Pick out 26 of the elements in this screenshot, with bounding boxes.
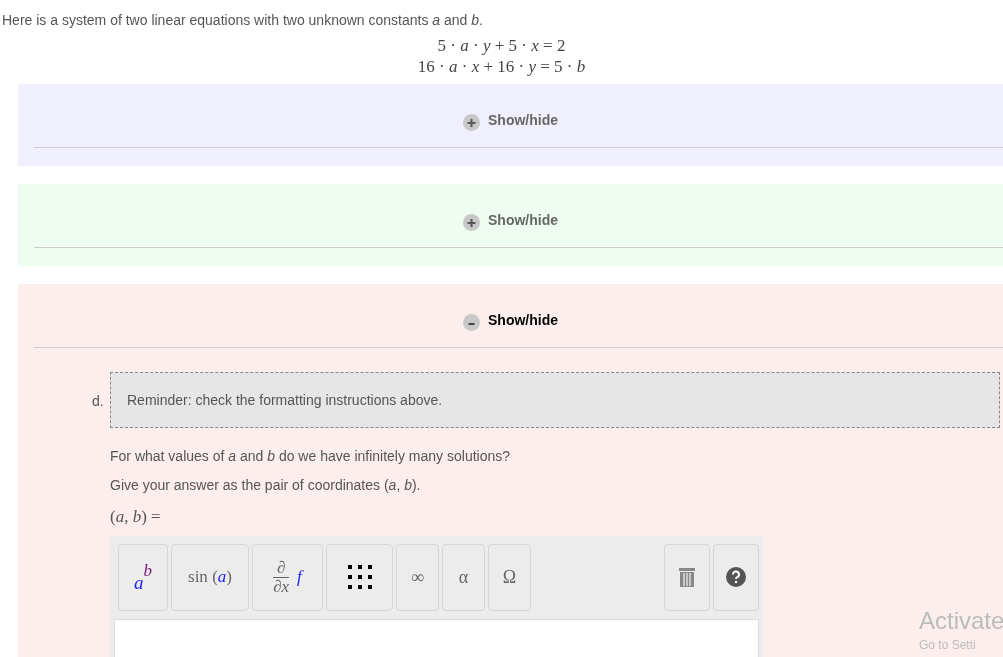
plus-icon: [463, 114, 480, 131]
answer-label: (a, b) =: [110, 506, 162, 528]
toggle-button[interactable]: Show/hide: [463, 210, 558, 231]
help-button[interactable]: [713, 543, 759, 611]
question-text: For what values of a and b do we have infinitely many solutions?: [110, 447, 512, 466]
help-icon: [726, 567, 746, 587]
toggle-button[interactable]: Show/hide: [463, 310, 558, 331]
part-label: d.: [92, 392, 105, 411]
equation: 16 · a · x + 16 · y = 5 · b: [417, 56, 586, 77]
symbol-button[interactable]: ∞: [396, 543, 439, 611]
question-text: Give your answer as the pair of coordinates (a, b).: [110, 476, 422, 495]
watermark-title: Activate: [919, 609, 1003, 633]
toggle-button[interactable]: Show/hide: [463, 110, 558, 131]
equation: 5 · a · y + 5 · x = 2: [437, 35, 566, 56]
reminder-text: Reminder: check the formatting instructions above.: [127, 390, 443, 410]
trash-icon: [678, 567, 696, 587]
watermark-subtitle: Go to Setti: [919, 639, 977, 651]
plus-icon: [463, 214, 480, 231]
matrix-button[interactable]: [326, 543, 393, 611]
matrix-icon: [346, 564, 373, 590]
symbol-button[interactable]: Ω: [488, 543, 531, 611]
intro-text: Here is a system of two linear equations with two unknown constants a and b.: [2, 12, 483, 28]
minus-icon: [463, 314, 480, 331]
symbol-button[interactable]: α: [442, 543, 485, 611]
trash-button[interactable]: [664, 543, 710, 611]
function-button[interactable]: sin (a): [171, 543, 249, 611]
